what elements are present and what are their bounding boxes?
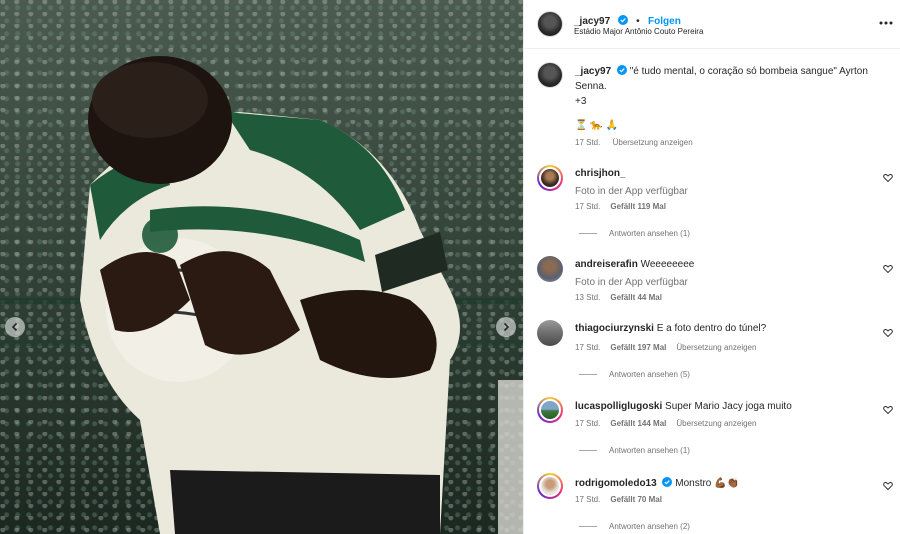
player-kissing-ball-image [80, 56, 523, 534]
follow-button[interactable]: Folgen [648, 16, 681, 27]
replies-line [579, 450, 597, 451]
caption-meta: 17 Std. Übersetzung anzeigen [575, 138, 703, 147]
comment-meta: 17 Std. Gefällt 119 Mal [575, 202, 666, 211]
comment-text: E a foto dentro do túnel? [656, 323, 767, 334]
comment-author: thiagociurzynski E a foto dentro do túne… [575, 323, 766, 334]
caption-time[interactable]: 17 Std. [575, 138, 600, 147]
comment-author: andreiserafin Weeeeeeee [575, 259, 694, 270]
verified-badge-icon [662, 477, 673, 487]
caption-translate-link[interactable]: Übersetzung anzeigen [613, 138, 693, 147]
view-replies-label: Antworten ansehen (1) [609, 229, 690, 238]
comment-likes[interactable]: Gefällt 44 Mal [610, 293, 662, 302]
caption-author-username[interactable]: _jacy97 [575, 66, 611, 77]
caption-emojis: ⏳ 🐆 🙏 [575, 120, 618, 131]
chevron-left-icon [11, 322, 18, 332]
comment-username[interactable]: andreiserafin [575, 259, 638, 270]
comment-likes[interactable]: Gefällt 119 Mal [610, 202, 666, 211]
comment-author: lucaspolliglugoski Super Mario Jacy joga… [575, 401, 792, 412]
heart-icon[interactable] [883, 264, 893, 274]
verified-badge-icon [617, 15, 628, 25]
comment-translate-link[interactable]: Übersetzung anzeigen [676, 343, 756, 352]
view-replies-button[interactable]: Antworten ansehen (1) [579, 229, 690, 238]
view-replies-button[interactable]: Antworten ansehen (1) [579, 446, 690, 455]
comment-text: Monstro 💪🏾👏🏾 [675, 478, 740, 489]
caption-mentions-more[interactable]: +3 [575, 96, 586, 107]
comment-avatar[interactable] [537, 165, 563, 191]
comment-time[interactable]: 13 Std. [575, 293, 600, 302]
view-replies-button[interactable]: Antworten ansehen (5) [579, 370, 690, 379]
comment-username[interactable]: chrisjhon_ [575, 168, 626, 179]
comment-username[interactable]: thiagociurzynski [575, 323, 654, 334]
caption-author-avatar[interactable] [537, 62, 563, 88]
comment-likes[interactable]: Gefällt 70 Mal [610, 495, 662, 504]
author-avatar[interactable] [537, 11, 563, 37]
comment-username[interactable]: rodrigomoledo13 [575, 478, 657, 489]
comment-avatar[interactable] [537, 397, 563, 423]
verified-badge-icon [616, 65, 627, 75]
comment-meta: 17 Std. Gefällt 197 Mal Übersetzung anzeig… [575, 343, 766, 352]
comment-author: rodrigomoledo13 Monstro 💪🏾👏🏾 [575, 477, 739, 489]
comment-avatar[interactable] [537, 473, 563, 499]
comment-time[interactable]: 17 Std. [575, 495, 600, 504]
comment-likes[interactable]: Gefällt 144 Mal [610, 419, 666, 428]
comment-time[interactable]: 17 Std. [575, 343, 600, 352]
replies-line [579, 233, 597, 234]
comment-text: Super Mario Jacy joga muito [665, 401, 792, 412]
replies-line [579, 526, 597, 527]
comment-time[interactable]: 17 Std. [575, 419, 600, 428]
comment-username[interactable]: lucaspolliglugoski [575, 401, 662, 412]
view-replies-label: Antworten ansehen (2) [609, 522, 690, 531]
separator-dot: • [636, 16, 640, 27]
post-caption: _jacy97 "é tudo mental, o coração só bom… [575, 64, 895, 109]
comment-photo-note: Foto in der App verfügbar [575, 186, 688, 197]
heart-icon[interactable] [883, 481, 893, 491]
comment-time[interactable]: 17 Std. [575, 202, 600, 211]
post-media[interactable] [0, 0, 523, 534]
heart-icon[interactable] [883, 173, 893, 183]
comment-meta: 13 Std. Gefällt 44 Mal [575, 293, 662, 302]
comment-likes[interactable]: Gefällt 197 Mal [610, 343, 666, 352]
author-username[interactable]: _jacy97 [574, 16, 610, 27]
heart-icon[interactable] [883, 405, 893, 415]
chevron-right-icon [503, 322, 510, 332]
post-details-panel: _jacy97 • Folgen Estádio Major Antônio C… [523, 0, 900, 534]
heart-icon[interactable] [883, 328, 893, 338]
view-replies-button[interactable]: Antworten ansehen (2) [579, 522, 690, 531]
comment-photo-note: Foto in der App verfügbar [575, 277, 688, 288]
comment-avatar[interactable] [537, 256, 563, 282]
view-replies-label: Antworten ansehen (1) [609, 446, 690, 455]
view-replies-label: Antworten ansehen (5) [609, 370, 690, 379]
comment-avatar[interactable] [537, 320, 563, 346]
previous-image-button[interactable] [5, 317, 25, 337]
comment-meta: 17 Std. Gefällt 70 Mal [575, 495, 662, 504]
more-options-icon[interactable] [878, 15, 894, 31]
post-location[interactable]: Estádio Major Antônio Couto Pereira [574, 27, 703, 36]
comment-meta: 17 Std. Gefällt 144 Mal Übersetzung anzeig… [575, 419, 766, 428]
post-header: _jacy97 • Folgen Estádio Major Antônio C… [524, 0, 900, 49]
comment-author: chrisjhon_ [575, 168, 626, 179]
comment-text: Weeeeeeee [640, 259, 695, 270]
comment-translate-link[interactable]: Übersetzung anzeigen [676, 419, 756, 428]
next-image-button[interactable] [496, 317, 516, 337]
replies-line [579, 374, 597, 375]
